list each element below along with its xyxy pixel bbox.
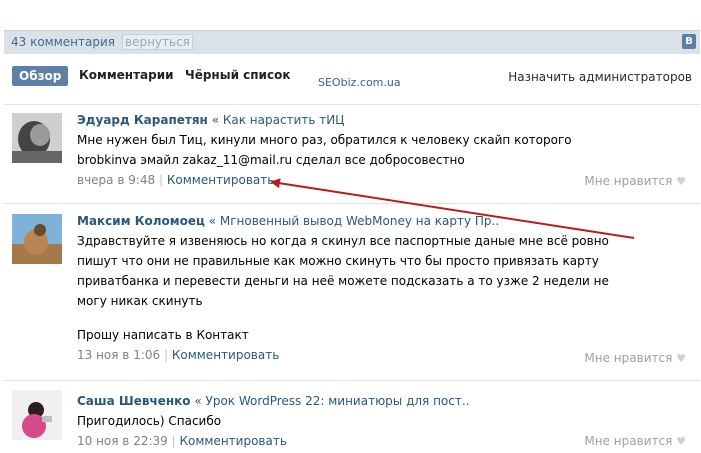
comment-text-line: brobkinva эмайл zakaz_11@mail.ru сделал … — [77, 153, 465, 167]
avatar-photo-icon — [12, 390, 62, 440]
reply-link[interactable]: Комментировать — [172, 348, 279, 362]
tab-blacklist[interactable]: Чёрный список — [185, 68, 290, 82]
heart-icon: ♥ — [676, 175, 686, 188]
divider — [4, 380, 700, 381]
comment-item: Максим Коломоец « Мгновенный вывод WebMo… — [4, 206, 700, 376]
comment-author[interactable]: Максим Коломоец — [77, 214, 205, 228]
comment-text-line: пишут что они не правильные как можно ск… — [77, 254, 599, 268]
comment-author[interactable]: Саша Шевченко — [77, 394, 191, 408]
tab-comments[interactable]: Комментарии — [79, 68, 174, 82]
heart-icon: ♥ — [676, 435, 686, 448]
meta-separator: | — [163, 348, 169, 362]
avatar-photo-icon — [12, 214, 62, 264]
comment-item: Саша Шевченко « Урок WordPress 22: миниа… — [4, 384, 700, 453]
comment-text-line: могу никак скинуть — [77, 294, 203, 308]
comment-time[interactable]: вчера в 9:48 — [77, 173, 155, 187]
comment-text-line: Мне нужен был Тиц, кинули много раз, обр… — [77, 133, 572, 147]
comment-time[interactable]: 13 ноя в 1:06 — [77, 348, 160, 362]
comment-topic-link[interactable]: « Мгновенный вывод WebMoney на карту Пр.… — [209, 214, 499, 228]
comment-text-line: приватбанка и перевести деньги на неё мо… — [77, 274, 609, 288]
comment-text-line: Здравствуйте я извеняюсь но когда я скин… — [77, 234, 609, 248]
comments-header-bar: 43 комментария вернуться B — [4, 30, 700, 54]
meta-separator: | — [159, 173, 164, 187]
avatar[interactable] — [12, 214, 62, 264]
watermark-text: SEObiz.com.ua — [318, 76, 401, 89]
divider — [4, 203, 700, 204]
comment-item: Эдуард Карапетян « Как нарастить тИЦ Мне… — [4, 108, 700, 204]
comment-topic-link[interactable]: « Урок WordPress 22: миниатюры для пост.… — [194, 394, 469, 408]
assign-admins-link[interactable]: Назначить администраторов — [508, 70, 692, 84]
tab-overview[interactable]: Обзор — [12, 66, 69, 86]
comment-count: 43 комментария — [11, 35, 115, 49]
comment-text-line: Пригодилось) Спасибо — [77, 414, 222, 428]
like-button[interactable]: Мне нравится ♥ — [584, 174, 686, 188]
comment-time[interactable]: 10 ноя в 22:39 — [77, 434, 168, 448]
like-button[interactable]: Мне нравится ♥ — [584, 434, 686, 448]
reply-link[interactable]: Комментировать — [179, 434, 286, 448]
like-label: Мне нравится — [584, 351, 673, 365]
meta-separator: | — [171, 434, 176, 448]
comment-topic-link[interactable]: « Как нарастить тИЦ — [212, 113, 345, 127]
like-label: Мне нравится — [584, 434, 673, 448]
vk-logo-icon: B — [682, 34, 696, 49]
comment-author[interactable]: Эдуард Карапетян — [77, 113, 208, 127]
avatar-photo-icon — [12, 113, 62, 163]
like-button[interactable]: Мне нравится ♥ — [584, 351, 686, 365]
back-link[interactable]: вернуться — [122, 34, 193, 50]
like-label: Мне нравится — [584, 174, 673, 188]
avatar[interactable] — [12, 390, 62, 440]
divider — [4, 104, 700, 105]
reply-link[interactable]: Комментировать — [167, 173, 274, 187]
heart-icon: ♥ — [676, 352, 686, 365]
comment-text-line: Прошу написать в Контакт — [77, 328, 249, 342]
tab-bar: Обзор Комментарии Чёрный список SEObiz.c… — [4, 56, 700, 106]
avatar[interactable] — [12, 113, 62, 163]
